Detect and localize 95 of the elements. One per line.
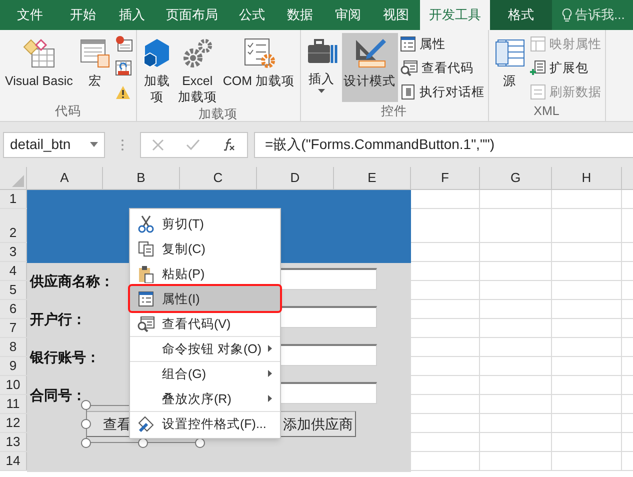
row-header[interactable]: 14 — [0, 452, 27, 470]
ribbon-tab[interactable]: 格式 — [490, 0, 552, 30]
row-header[interactable]: 6 — [0, 300, 27, 318]
menu-item[interactable]: 复制(C) — [130, 236, 280, 261]
column-header[interactable]: E — [334, 167, 411, 189]
ribbon-tab[interactable]: 审阅 — [324, 0, 372, 30]
field-label: 银行账号： — [30, 348, 100, 367]
ribbon-tab[interactable]: 开发工具 — [420, 0, 490, 30]
ribbon-button[interactable]: 插入 — [304, 33, 340, 102]
menu-item[interactable]: 粘贴(P) — [130, 261, 280, 286]
group-label: 代码 — [54, 103, 82, 120]
menu-item[interactable]: 查看代码(V) — [130, 311, 280, 336]
row-header[interactable]: 3 — [0, 243, 27, 261]
ribbon-tab[interactable]: 页面布局 — [156, 0, 228, 30]
ribbon-button[interactable]: COM 加载项 — [220, 33, 296, 105]
field-label: 供应商名称： — [30, 272, 114, 291]
column-header[interactable]: B — [103, 167, 180, 189]
group-label: 加载项 — [198, 106, 239, 123]
function-icon[interactable] — [222, 138, 236, 151]
scissors-icon — [138, 215, 154, 233]
field-label: 开户行： — [30, 310, 86, 329]
column-header[interactable]: H — [552, 167, 622, 189]
checklist-gear-icon — [242, 37, 275, 69]
column-header[interactable]: D — [257, 167, 334, 189]
menu-item[interactable]: 叠放次序(R) — [130, 386, 280, 411]
copy-icon — [138, 241, 154, 257]
format-control-icon — [137, 415, 155, 433]
view-code-icon — [400, 60, 418, 76]
formula-field[interactable]: =嵌入("Forms.CommandButton.1","") — [254, 132, 633, 158]
warning-icon — [114, 84, 131, 100]
tell-me-field[interactable]: 告诉我... — [562, 0, 625, 30]
ribbon-button[interactable]: 设计模式 — [342, 33, 398, 102]
ribbon-tab[interactable]: 开始 — [58, 0, 108, 30]
paste-icon — [138, 265, 154, 283]
ribbon-button[interactable]: 执行对话框 — [400, 82, 484, 102]
lightbulb-icon — [562, 8, 572, 22]
row-header[interactable]: 9 — [0, 357, 27, 375]
name-box[interactable]: detail_btn — [3, 132, 105, 158]
menu-item[interactable]: 组合(G) — [130, 361, 280, 386]
row-header[interactable]: 11 — [0, 395, 27, 413]
code-window-icon — [22, 37, 56, 69]
record-macro-icon — [114, 36, 133, 52]
ribbon-button[interactable]: 查看代码 — [400, 58, 484, 78]
ribbon-tab[interactable]: 公式 — [228, 0, 276, 30]
column-header[interactable]: C — [180, 167, 257, 189]
ribbon-tab[interactable]: 数据 — [276, 0, 324, 30]
ribbon-button[interactable]: Visual Basic — [3, 33, 75, 102]
row-header[interactable]: 12 — [0, 414, 27, 432]
column-header[interactable]: A — [27, 167, 103, 189]
expansion-pack-icon — [530, 60, 546, 76]
ribbon-button[interactable]: 宏 — [76, 33, 113, 102]
ribbon-button[interactable]: Excel 加载项 — [176, 33, 219, 105]
group-label: 控件 — [380, 103, 408, 120]
ribbon-button[interactable]: 源 — [492, 33, 528, 102]
ribbon-button[interactable]: 属性 — [400, 34, 484, 54]
map-properties-icon — [530, 36, 546, 52]
ribbon-tab[interactable]: 文件 — [2, 0, 58, 30]
refresh-data-icon — [530, 84, 546, 100]
grid-arrow-icon — [114, 60, 133, 76]
submenu-arrow-icon — [268, 370, 272, 377]
properties-icon — [138, 291, 154, 307]
menu-item[interactable]: 命令按钮 对象(O) — [130, 336, 280, 361]
macro-icon — [78, 37, 111, 69]
dialog-icon — [400, 84, 416, 100]
menu-item[interactable]: 设置控件格式(F)... — [130, 411, 280, 436]
ribbon-tab[interactable]: 插入 — [108, 0, 156, 30]
gears-icon — [181, 37, 214, 69]
field-label: 合同号： — [30, 386, 86, 405]
row-header[interactable]: 5 — [0, 281, 27, 299]
submenu-arrow-icon — [268, 395, 272, 402]
dropdown-icon[interactable] — [90, 142, 98, 147]
group-label: XML — [532, 103, 560, 120]
row-header[interactable]: 4 — [0, 262, 27, 280]
cube-icon — [142, 37, 172, 69]
name-text: detail_btn — [10, 135, 71, 154]
view-code-icon — [137, 316, 155, 332]
grip-icon — [121, 138, 124, 150]
row-header[interactable]: 13 — [0, 433, 27, 451]
formula-text: =嵌入("Forms.CommandButton.1","") — [265, 135, 495, 154]
row-header[interactable]: 1 — [0, 190, 27, 208]
menu-item[interactable]: 属性(I) — [130, 286, 280, 311]
column-header[interactable]: F — [411, 167, 480, 189]
xml-source-icon — [494, 37, 526, 69]
row-header[interactable]: 10 — [0, 376, 27, 394]
properties-icon — [400, 36, 416, 52]
ribbon-tab[interactable]: 视图 — [372, 0, 420, 30]
submenu-arrow-icon — [268, 345, 272, 352]
row-header[interactable]: 2 — [0, 209, 27, 242]
ribbon-button[interactable]: 扩展包 — [530, 58, 602, 78]
row-header[interactable]: 8 — [0, 338, 27, 356]
menu-item[interactable]: 剪切(T) — [130, 211, 280, 236]
check-icon[interactable] — [186, 138, 200, 150]
ribbon-button[interactable]: 加载项 — [140, 33, 174, 105]
row-header[interactable]: 7 — [0, 319, 27, 337]
column-header[interactable]: G — [480, 167, 552, 189]
